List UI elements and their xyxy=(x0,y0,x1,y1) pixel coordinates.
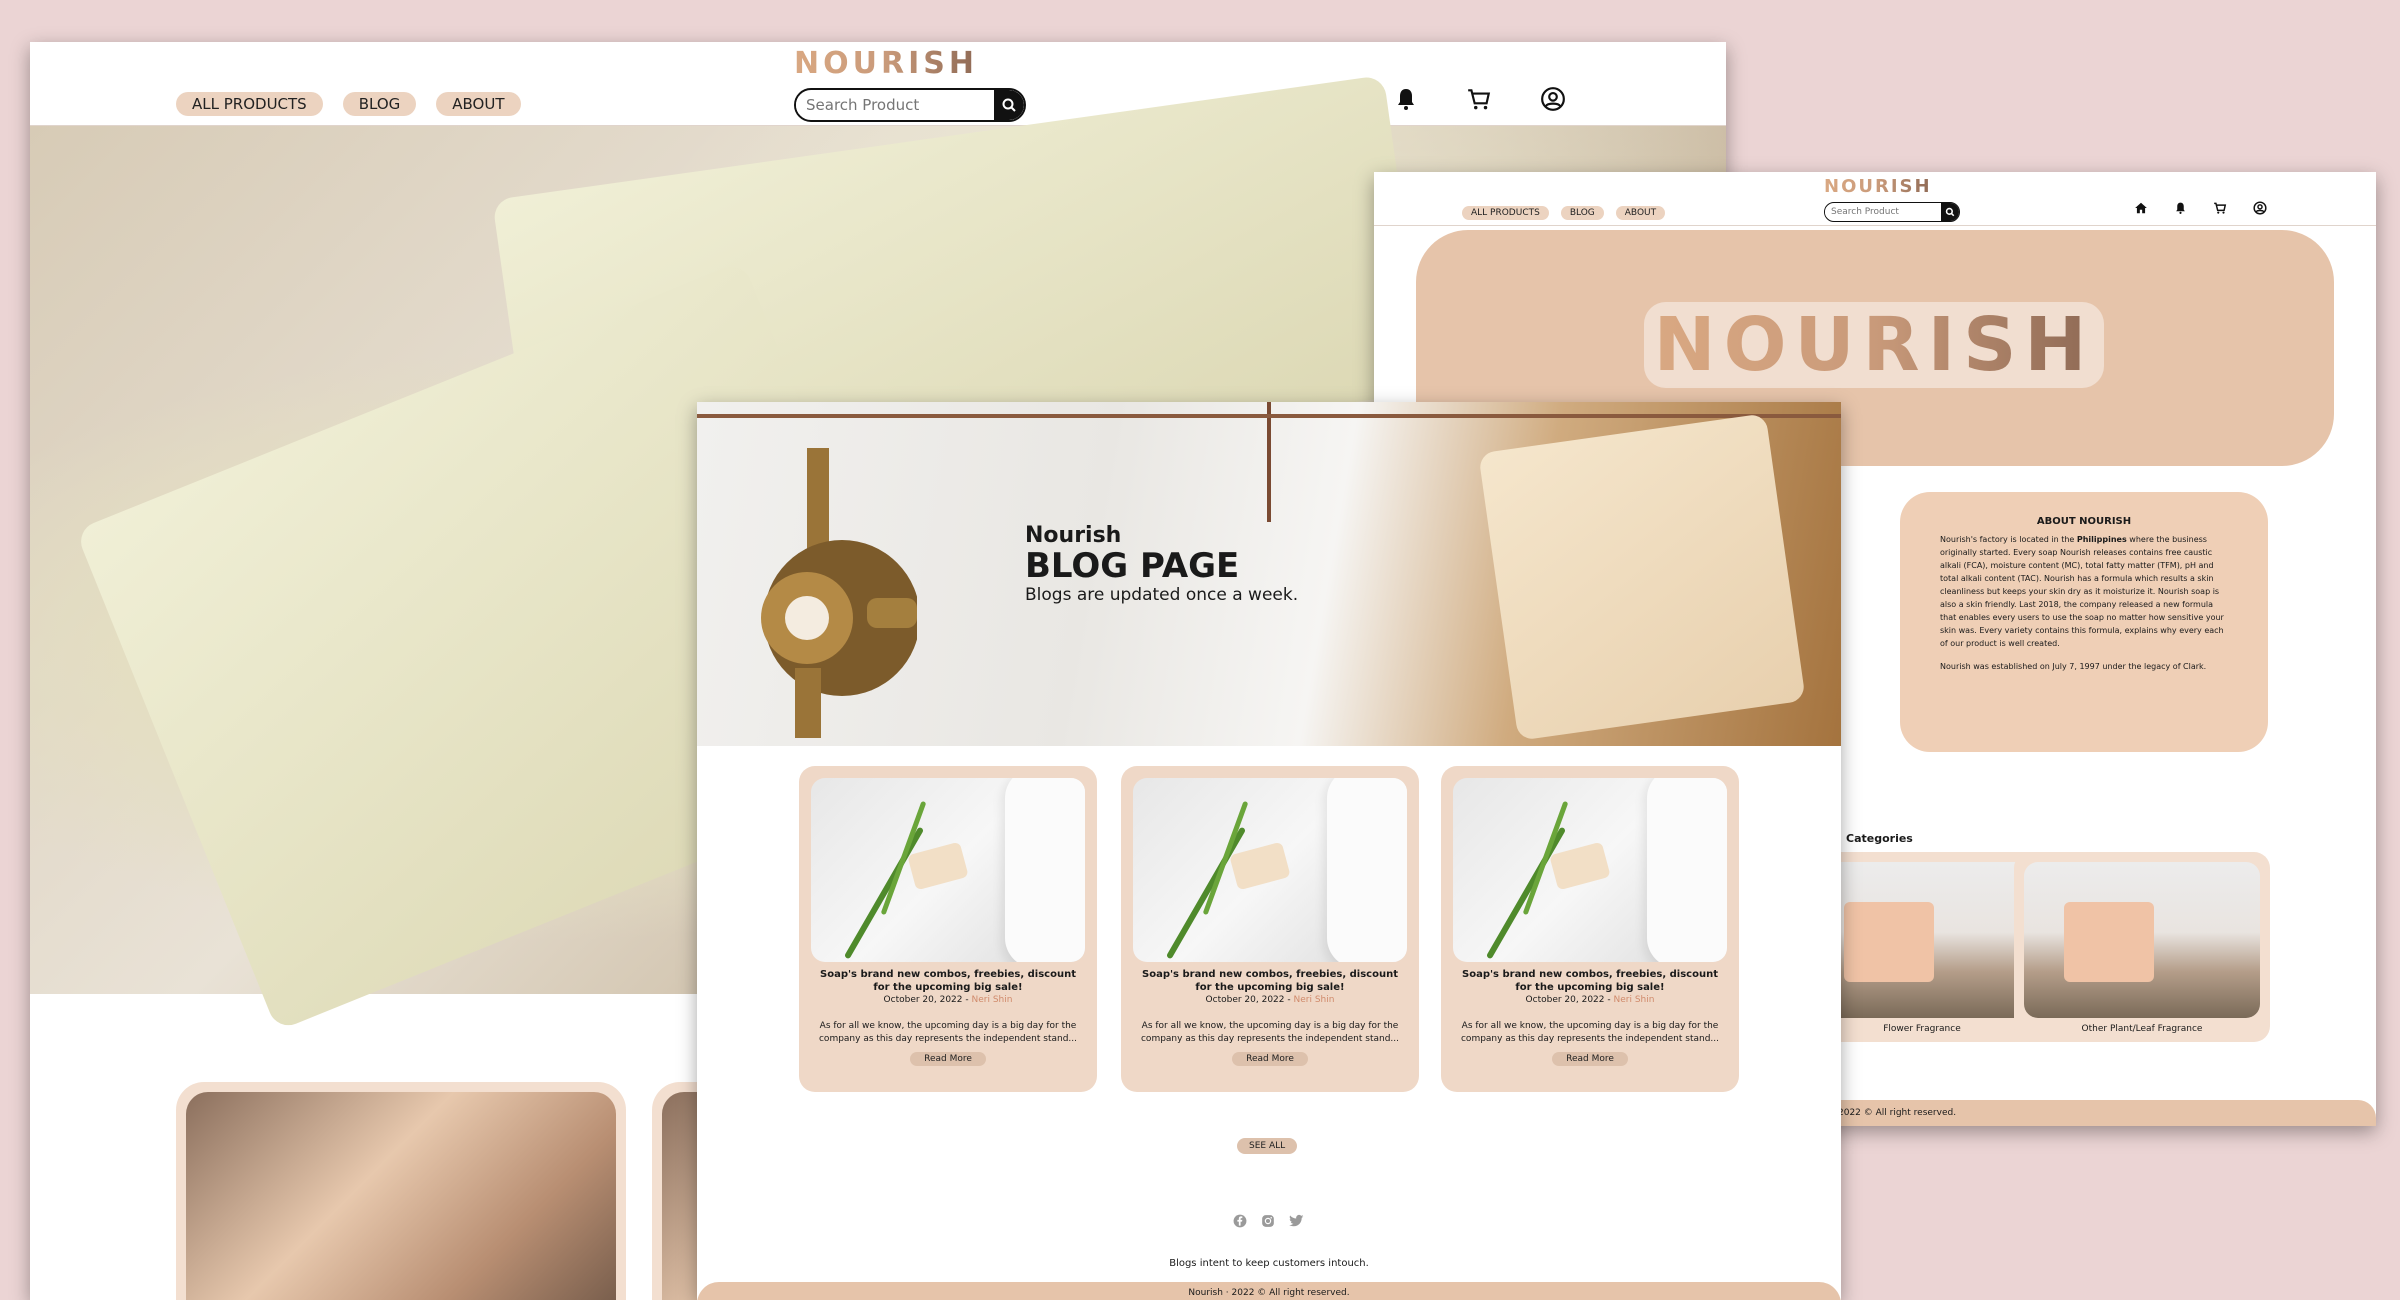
facebook-icon[interactable] xyxy=(1233,1214,1247,1228)
instagram-icon[interactable] xyxy=(1261,1214,1275,1228)
brand-logo[interactable]: NOURISH xyxy=(1824,176,1932,197)
blog-post-image xyxy=(811,778,1085,962)
blog-post-meta: October 20, 2022 - Neri Shin xyxy=(1453,994,1727,1006)
category-label: Other Plant/Leaf Fragrance xyxy=(2081,1024,2203,1034)
blog-window: Nourish BLOG PAGE Blogs are updated once… xyxy=(697,402,1841,1300)
blog-post-date: October 20, 2022 - xyxy=(1205,995,1294,1005)
blog-post-image xyxy=(1133,778,1407,962)
cart-icon[interactable] xyxy=(2213,201,2227,215)
soap-bar-image xyxy=(1478,413,1806,741)
read-more-button[interactable]: Read More xyxy=(910,1052,986,1066)
product-image xyxy=(186,1092,616,1300)
nav-all-products[interactable]: ALL PRODUCTS xyxy=(176,92,323,116)
category-image xyxy=(2024,862,2260,1018)
blog-post-author[interactable]: Neri Shin xyxy=(1293,995,1334,1005)
read-more-button[interactable]: Read More xyxy=(1232,1052,1308,1066)
about-body-country: Philippines xyxy=(2076,535,2127,544)
blog-footer: Nourish · 2022 © All right reserved. xyxy=(697,1282,1841,1300)
about-card: ABOUT NOURISH Nourish's factory is locat… xyxy=(1900,492,2268,752)
tile-line xyxy=(697,414,1841,418)
about-header: ALL PRODUCTS BLOG ABOUT NOURISH xyxy=(1374,172,2376,226)
nav-all-products[interactable]: ALL PRODUCTS xyxy=(1462,206,1549,220)
banner-logo: NOURISH xyxy=(1653,302,2095,388)
blog-post-image xyxy=(1453,778,1727,962)
categories-title: Categories xyxy=(1846,832,1913,845)
blog-post-excerpt: As for all we know, the upcoming day is … xyxy=(1460,1021,1720,1044)
about-footer-text: 2022 © All right reserved. xyxy=(1838,1108,1957,1118)
banner-logo-box: NOURISH xyxy=(1644,302,2104,388)
blog-post-date: October 20, 2022 - xyxy=(883,995,972,1005)
nav-blog[interactable]: BLOG xyxy=(1560,206,1604,220)
blog-tagline: Blogs intent to keep customers intouch. xyxy=(1169,1258,1369,1269)
blog-footer-text: Nourish · 2022 © All right reserved. xyxy=(1188,1288,1350,1298)
nav-about[interactable]: ABOUT xyxy=(1615,206,1666,220)
twitter-icon[interactable] xyxy=(1289,1214,1304,1228)
hero-brand: Nourish xyxy=(1025,523,1122,548)
social-links xyxy=(1233,1214,1304,1228)
blog-hero: Nourish BLOG PAGE Blogs are updated once… xyxy=(697,402,1841,746)
search-input[interactable] xyxy=(1825,207,1941,217)
home-product-card[interactable] xyxy=(176,1082,626,1300)
bell-icon[interactable] xyxy=(2174,201,2187,215)
read-more-button[interactable]: Read More xyxy=(1552,1052,1628,1066)
about-body: Nourish's factory is located in the Phil… xyxy=(1940,533,2228,650)
blog-post-author[interactable]: Neri Shin xyxy=(1613,995,1654,1005)
blog-post-author[interactable]: Neri Shin xyxy=(971,995,1012,1005)
home-icon[interactable] xyxy=(2134,201,2148,215)
account-icon[interactable] xyxy=(2253,201,2267,215)
about-established: Nourish was established on July 7, 1997 … xyxy=(1940,662,2207,671)
header-icons xyxy=(2134,201,2267,215)
blog-hero-text: Nourish BLOG PAGE Blogs are updated once… xyxy=(1025,524,1298,606)
blog-post-card[interactable]: Soap's brand new combos, freebies, disco… xyxy=(1441,766,1739,1092)
hero-subtitle: Blogs are updated once a week. xyxy=(1025,585,1299,605)
brand-logo[interactable]: NOURISH xyxy=(794,46,978,81)
account-icon[interactable] xyxy=(1540,86,1566,112)
blog-post-card[interactable]: Soap's brand new combos, freebies, disco… xyxy=(799,766,1097,1092)
cart-icon[interactable] xyxy=(1466,86,1492,112)
nav-blog[interactable]: BLOG xyxy=(342,92,417,116)
tile-line xyxy=(1267,402,1271,522)
blog-post-date: October 20, 2022 - xyxy=(1525,995,1614,1005)
hero-title: BLOG PAGE xyxy=(1025,546,1240,586)
bell-icon[interactable] xyxy=(1394,86,1418,112)
about-title: ABOUT NOURISH xyxy=(2036,516,2132,527)
see-all-button[interactable]: SEE ALL xyxy=(1237,1138,1298,1154)
about-body-text: where the business originally started. E… xyxy=(1940,535,2224,648)
search-icon[interactable] xyxy=(994,90,1024,120)
search-input[interactable] xyxy=(796,96,994,114)
nav-about[interactable]: ABOUT xyxy=(436,92,521,116)
home-header: ALL PRODUCTS BLOG ABOUT NOURISH xyxy=(30,42,1726,126)
about-body-text: Nourish's factory is located in the xyxy=(1940,535,2077,544)
search-box xyxy=(1824,202,1960,222)
category-card-plant[interactable]: Other Plant/Leaf Fragrance xyxy=(2014,852,2270,1042)
about-nav: ALL PRODUCTS BLOG ABOUT xyxy=(1462,206,1666,220)
blog-post-card[interactable]: Soap's brand new combos, freebies, disco… xyxy=(1121,766,1419,1092)
blog-post-title[interactable]: Soap's brand new combos, freebies, disco… xyxy=(811,968,1085,994)
blog-post-excerpt: As for all we know, the upcoming day is … xyxy=(818,1021,1078,1044)
search-box xyxy=(794,88,1026,122)
home-nav: ALL PRODUCTS BLOG ABOUT xyxy=(176,92,521,116)
blog-post-title[interactable]: Soap's brand new combos, freebies, disco… xyxy=(1453,968,1727,994)
search-icon[interactable] xyxy=(1941,203,1959,221)
blog-post-excerpt: As for all we know, the upcoming day is … xyxy=(1140,1021,1400,1044)
blog-post-meta: October 20, 2022 - Neri Shin xyxy=(1133,994,1407,1006)
blog-post-meta: October 20, 2022 - Neri Shin xyxy=(811,994,1085,1006)
blog-post-title[interactable]: Soap's brand new combos, freebies, disco… xyxy=(1133,968,1407,994)
faucet-image xyxy=(761,448,917,738)
